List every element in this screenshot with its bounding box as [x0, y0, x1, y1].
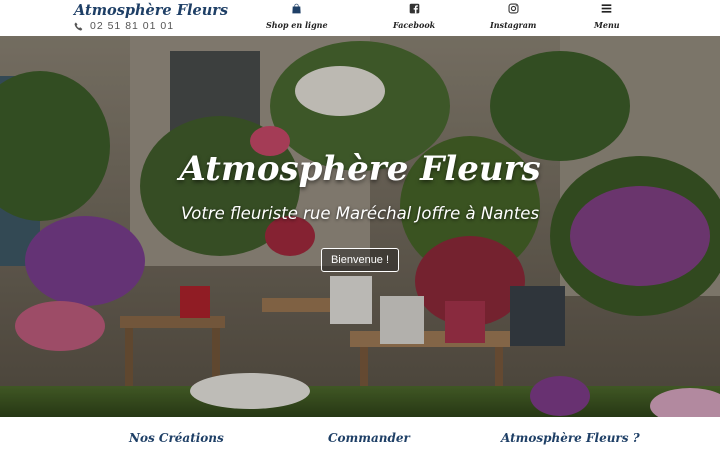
phone-number-text: 02 51 81 01 01 [90, 20, 175, 32]
welcome-button[interactable]: Bienvenue ! [321, 248, 399, 272]
nav-label: Instagram [490, 20, 537, 30]
brand-logo-text[interactable]: Atmosphère Fleurs [74, 2, 228, 19]
hero-banner: Atmosphère Fleurs Votre fleuriste rue Ma… [0, 36, 720, 417]
hero-subtitle: Votre fleuriste rue Maréchal Joffre à Na… [180, 204, 540, 223]
hero-flower-shop-photo [0, 36, 720, 417]
instagram-icon [508, 3, 519, 14]
nav-instagram[interactable]: Instagram [490, 3, 536, 33]
hamburger-menu-icon [601, 4, 612, 13]
nav-label: Menu [594, 20, 620, 30]
link-commander[interactable]: Commander [328, 431, 410, 445]
hero-title: Atmosphère Fleurs [179, 149, 541, 189]
phone-number[interactable]: 02 51 81 01 01 [74, 20, 174, 32]
link-atmosphere-fleurs[interactable]: Atmosphère Fleurs ? [501, 431, 640, 445]
shopping-bag-icon [292, 3, 301, 14]
nav-facebook[interactable]: Facebook [393, 3, 435, 33]
phone-icon [74, 22, 83, 31]
link-nos-creations[interactable]: Nos Créations [129, 431, 224, 445]
top-bar: Atmosphère Fleurs 02 51 81 01 01 Shop en… [0, 0, 720, 36]
section-links: Nos Créations Commander Atmosphère Fleur… [0, 417, 720, 450]
nav-label: Facebook [393, 20, 436, 30]
facebook-icon [409, 3, 419, 14]
nav-shop-en-ligne[interactable]: Shop en ligne [266, 3, 328, 33]
nav-label: Shop en ligne [266, 20, 328, 30]
nav-menu[interactable]: Menu [594, 3, 620, 33]
